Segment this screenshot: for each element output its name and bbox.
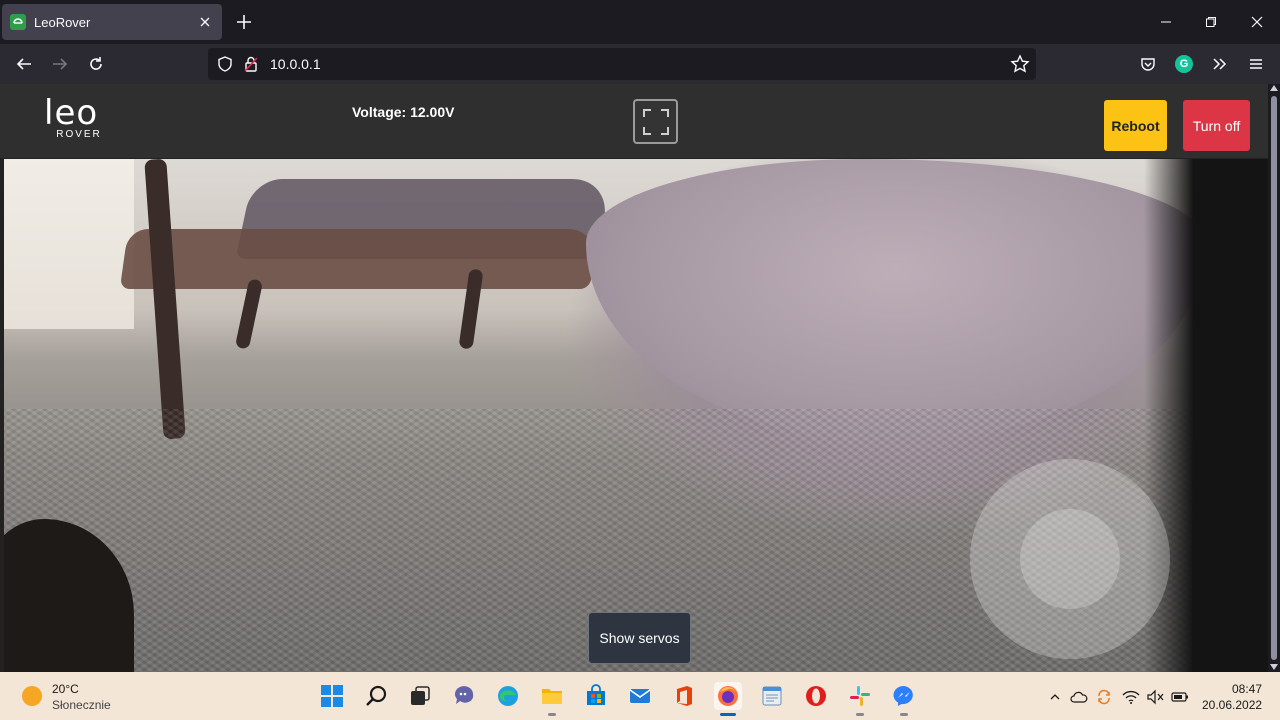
new-tab-icon[interactable] bbox=[234, 12, 254, 32]
running-indicator bbox=[900, 713, 908, 716]
task-view-icon[interactable] bbox=[406, 682, 434, 710]
camera-chair-leg bbox=[234, 278, 264, 350]
firefox-icon[interactable] bbox=[714, 682, 742, 716]
close-window-icon[interactable] bbox=[1247, 12, 1267, 32]
wifi-icon[interactable] bbox=[1122, 688, 1140, 706]
sync-icon[interactable] bbox=[1095, 688, 1113, 706]
more-tools-chevron-icon[interactable] bbox=[1209, 54, 1229, 74]
turn-off-button[interactable]: Turn off bbox=[1183, 100, 1250, 151]
windows-start-icon[interactable] bbox=[318, 682, 346, 710]
url-text[interactable]: 10.0.0.1 bbox=[270, 56, 321, 72]
restore-window-icon[interactable] bbox=[1201, 12, 1221, 32]
page-scrollbar[interactable] bbox=[1268, 84, 1280, 672]
minimize-window-icon[interactable] bbox=[1156, 12, 1176, 32]
microsoft-store-icon[interactable] bbox=[582, 682, 610, 710]
slack-icon[interactable] bbox=[846, 682, 874, 716]
fullscreen-button[interactable] bbox=[633, 99, 678, 144]
show-servos-button[interactable]: Show servos bbox=[588, 612, 691, 664]
app-header: leo ROVER Voltage: 12.00V Reboot Turn of… bbox=[0, 84, 1268, 158]
bookmark-star-icon[interactable] bbox=[1010, 54, 1030, 74]
back-arrow-icon[interactable] bbox=[14, 54, 34, 74]
browser-navbar: 10.0.0.1 bbox=[0, 44, 1280, 84]
file-explorer-icon[interactable] bbox=[538, 682, 566, 716]
scroll-up-arrow-icon[interactable] bbox=[1270, 85, 1278, 91]
joystick-handle[interactable] bbox=[1020, 509, 1120, 609]
sun-weather-icon[interactable] bbox=[22, 686, 42, 706]
messenger-icon[interactable] bbox=[890, 682, 918, 716]
leorover-favicon-icon bbox=[10, 14, 26, 30]
clock-time[interactable]: 08:47 bbox=[1232, 682, 1262, 696]
weather-temperature[interactable]: 20°C bbox=[52, 682, 79, 696]
insecure-lock-icon[interactable] bbox=[242, 55, 260, 73]
clock-date[interactable]: 20.06.2022 bbox=[1202, 698, 1262, 712]
leorover-page: leo ROVER Voltage: 12.00V Reboot Turn of… bbox=[0, 84, 1268, 672]
menu-hamburger-icon[interactable] bbox=[1246, 54, 1266, 74]
leo-rover-logo: leo ROVER bbox=[44, 93, 124, 144]
close-tab-icon[interactable] bbox=[196, 13, 214, 31]
browser-tab[interactable]: LeoRover bbox=[2, 4, 222, 40]
browser-tab-strip: LeoRover bbox=[0, 0, 1280, 44]
fullscreen-icon bbox=[643, 109, 669, 135]
battery-icon[interactable] bbox=[1171, 688, 1189, 706]
windows-taskbar: 20°C Słonecznie 08:47 20.06.2022 bbox=[0, 672, 1280, 720]
camera-pouf bbox=[586, 159, 1206, 439]
url-bar[interactable]: 10.0.0.1 bbox=[208, 48, 1036, 80]
forward-arrow-icon[interactable] bbox=[50, 54, 70, 74]
logo-main-text: leo bbox=[44, 93, 99, 133]
mail-icon[interactable] bbox=[626, 682, 654, 710]
pocket-icon[interactable] bbox=[1138, 54, 1158, 74]
tab-title: LeoRover bbox=[34, 14, 91, 30]
grammarly-extension-icon[interactable]: G bbox=[1175, 55, 1193, 73]
running-indicator bbox=[720, 713, 736, 716]
running-indicator bbox=[856, 713, 864, 716]
teams-chat-icon[interactable] bbox=[450, 682, 478, 710]
running-indicator bbox=[548, 713, 556, 716]
camera-window-light bbox=[4, 159, 134, 329]
volume-muted-icon[interactable] bbox=[1146, 688, 1164, 706]
show-hidden-icons-chevron-icon[interactable] bbox=[1046, 688, 1064, 706]
tracking-protection-shield-icon[interactable] bbox=[216, 55, 234, 73]
camera-chair-leg bbox=[144, 159, 186, 440]
voltage-readout: Voltage: 12.00V bbox=[352, 104, 455, 120]
edge-browser-icon[interactable] bbox=[494, 682, 522, 710]
onedrive-cloud-icon[interactable] bbox=[1070, 688, 1088, 706]
scroll-thumb[interactable] bbox=[1271, 96, 1277, 660]
weather-description[interactable]: Słonecznie bbox=[52, 698, 111, 712]
reload-icon[interactable] bbox=[86, 54, 106, 74]
camera-chair-frame bbox=[119, 229, 599, 289]
notepad-icon[interactable] bbox=[758, 682, 786, 710]
office-icon[interactable] bbox=[670, 682, 698, 710]
search-icon[interactable] bbox=[362, 682, 390, 710]
opera-icon[interactable] bbox=[802, 682, 830, 710]
reboot-button[interactable]: Reboot bbox=[1104, 100, 1167, 151]
scroll-down-arrow-icon[interactable] bbox=[1270, 664, 1278, 670]
